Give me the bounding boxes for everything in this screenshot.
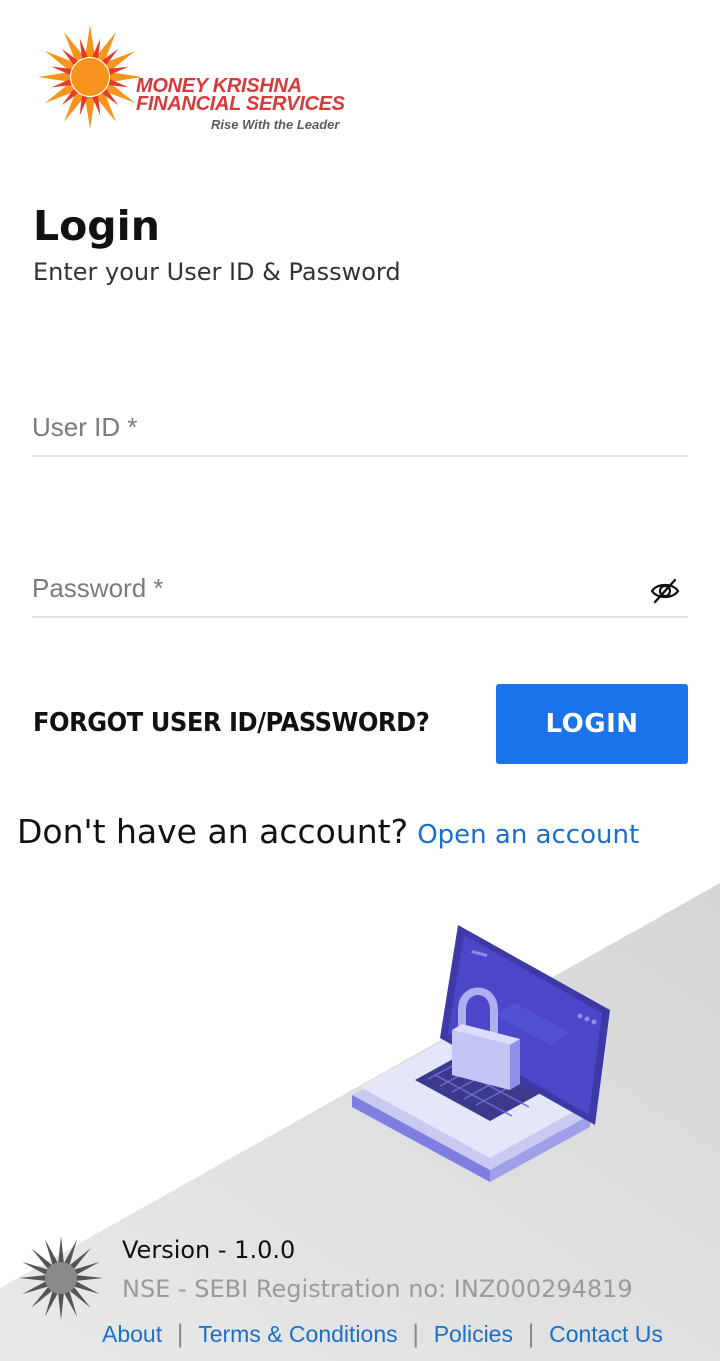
about-link[interactable]: About <box>102 1321 162 1347</box>
sun-logo-icon <box>38 25 140 129</box>
forgot-credentials-link[interactable]: FORGOT USER ID/PASSWORD? <box>33 708 430 738</box>
divider: | <box>176 1320 185 1348</box>
brand-logo: MONEY KRISHNA FINANCIAL SERVICES Rise Wi… <box>30 22 370 137</box>
open-account-link[interactable]: Open an account <box>417 820 639 850</box>
terms-link[interactable]: Terms & Conditions <box>198 1321 397 1347</box>
page-subtitle: Enter your User ID & Password <box>33 258 401 286</box>
login-button[interactable]: LOGIN <box>496 684 688 764</box>
app-version: Version - 1.0.0 <box>122 1236 296 1264</box>
password-input[interactable] <box>32 566 632 610</box>
signup-row: Don't have an account? Open an account <box>17 812 639 851</box>
divider: | <box>526 1320 536 1348</box>
policies-link[interactable]: Policies <box>434 1321 513 1347</box>
footer-links: About | Terms & Conditions | Policies | Contac… <box>102 1320 663 1348</box>
password-field <box>32 556 688 618</box>
sebi-registration: NSE - SEBI Registration no: INZ000294819 <box>122 1275 633 1303</box>
sun-footer-icon <box>19 1236 103 1320</box>
page-title: Login <box>33 202 160 250</box>
signup-question: Don't have an account? <box>17 812 409 851</box>
brand-name-line2: FINANCIAL SERVICES <box>136 93 345 115</box>
eye-off-icon[interactable] <box>650 576 680 606</box>
laptop-lock-illustration <box>352 925 610 1182</box>
user-id-input[interactable] <box>32 405 632 449</box>
contact-link[interactable]: Contact Us <box>549 1321 663 1347</box>
divider: | <box>411 1320 420 1348</box>
brand-tagline: Rise With the Leader <box>211 117 340 132</box>
user-id-field <box>32 395 688 457</box>
